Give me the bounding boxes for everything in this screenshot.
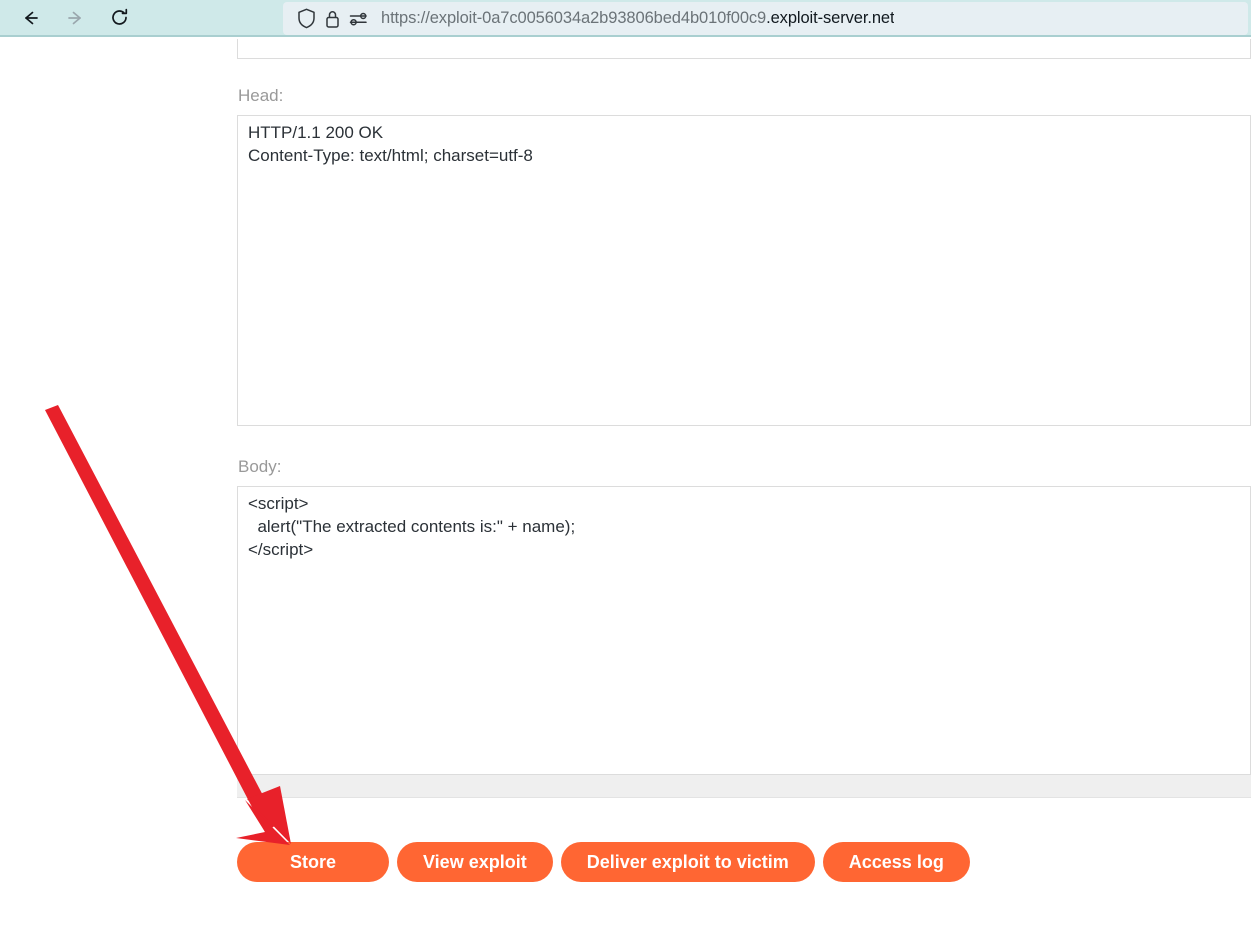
store-button[interactable]: Store [237,842,389,882]
action-button-row: Store View exploit Deliver exploit to vi… [237,842,970,882]
url-prefix: https://exploit-0a7c0056034a2b93806bed4b… [381,9,766,27]
access-log-button[interactable]: Access log [823,842,970,882]
body-label: Body: [238,457,281,477]
lock-icon[interactable] [319,6,345,32]
url-domain: .exploit-server.net [766,9,894,27]
head-label: Head: [238,86,283,106]
forward-arrow-icon [58,3,92,33]
head-textarea[interactable]: HTTP/1.1 200 OK Content-Type: text/html;… [237,115,1251,426]
deliver-exploit-button[interactable]: Deliver exploit to victim [561,842,815,882]
permissions-sliders-icon[interactable] [345,6,371,32]
form-footer-bar [237,775,1251,798]
address-bar[interactable]: https://exploit-0a7c0056034a2b93806bed4b… [283,2,1248,35]
url-path-input[interactable]: /exploit [237,39,1251,59]
browser-nav-buttons [0,3,136,33]
browser-toolbar: https://exploit-0a7c0056034a2b93806bed4b… [0,0,1251,37]
view-exploit-button[interactable]: View exploit [397,842,553,882]
shield-icon[interactable] [293,6,319,32]
body-textarea[interactable]: <script> alert("The extracted contents i… [237,486,1251,775]
url-text: https://exploit-0a7c0056034a2b93806bed4b… [381,9,894,28]
reload-icon[interactable] [102,3,136,33]
page-content: /exploit Head: HTTP/1.1 200 OK Content-T… [0,39,1251,936]
back-arrow-icon[interactable] [14,3,48,33]
